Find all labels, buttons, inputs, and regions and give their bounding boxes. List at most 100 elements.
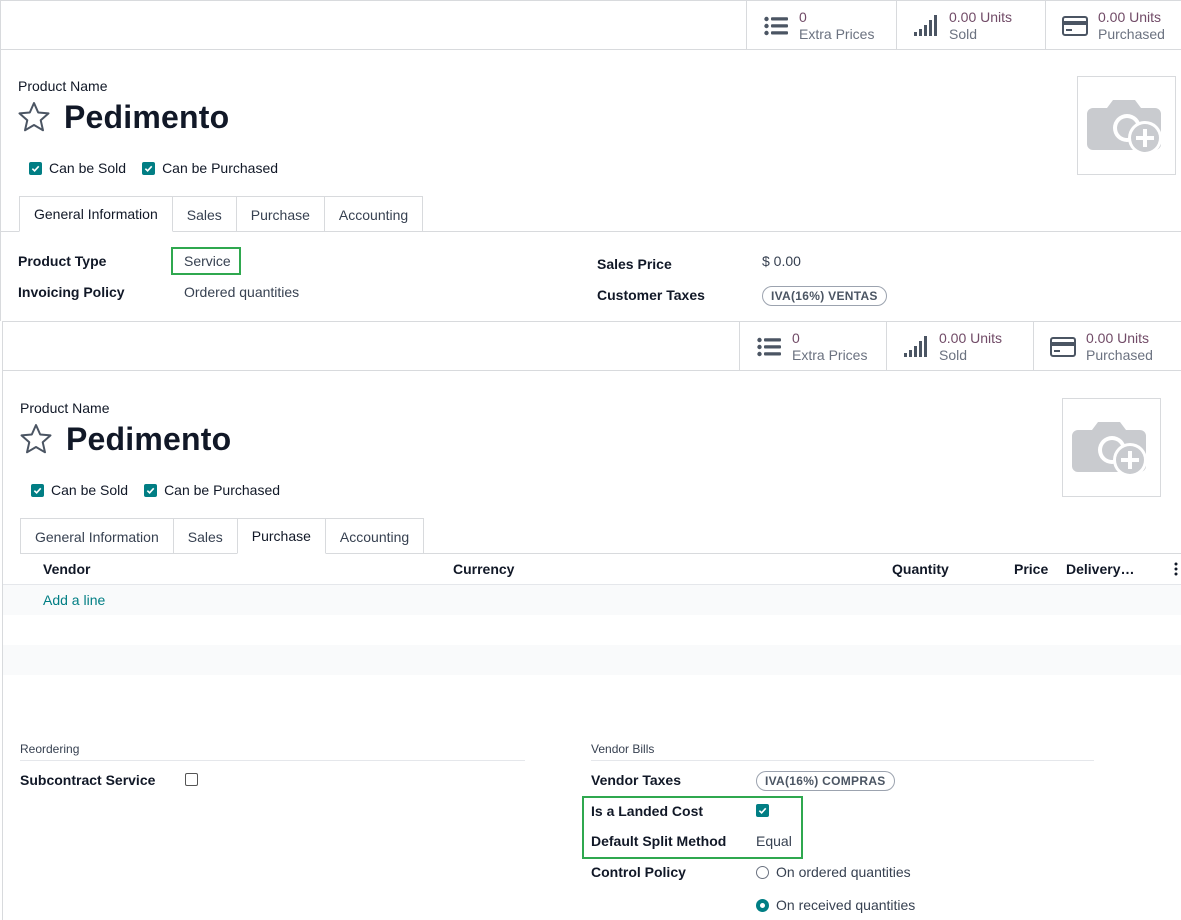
can-be-purchased-checkbox[interactable]: Can be Purchased <box>142 160 278 176</box>
can-be-purchased-label: Can be Purchased <box>164 482 281 498</box>
radio-on-received-quantities[interactable]: On received quantities <box>756 897 915 913</box>
camera-add-icon <box>1071 412 1152 483</box>
column-price[interactable]: Price <box>1014 561 1048 577</box>
checkbox-checked-icon <box>756 804 769 817</box>
can-be-purchased-checkbox[interactable]: Can be Purchased <box>144 482 280 498</box>
extra-prices-label: Extra Prices <box>792 346 868 363</box>
vendor-bills-section-header: Vendor Bills <box>591 742 1094 761</box>
units-sold-button[interactable]: 0.00 Units Sold <box>896 1 1045 50</box>
product-name-title[interactable]: Pedimento <box>66 421 231 458</box>
invoicing-policy-label: Invoicing Policy <box>18 284 125 300</box>
credit-card-icon <box>1062 14 1088 38</box>
vendor-taxes-label: Vendor Taxes <box>591 772 682 788</box>
customer-tax-tag[interactable]: IVA(16%) VENTAS <box>762 286 887 306</box>
extra-prices-label: Extra Prices <box>799 25 875 42</box>
add-line-row: Add a line <box>3 585 1181 615</box>
product-flags: Can be Sold Can be Purchased <box>29 160 278 176</box>
camera-add-icon <box>1086 90 1167 161</box>
can-be-sold-checkbox[interactable]: Can be Sold <box>31 482 128 498</box>
notebook-tabs: General Information Sales Purchase Accou… <box>19 196 424 232</box>
column-vendor[interactable]: Vendor <box>43 561 90 577</box>
tab-accounting[interactable]: Accounting <box>324 518 425 554</box>
units-purchased-label: Purchased <box>1086 346 1153 363</box>
tab-purchase[interactable]: Purchase <box>235 196 325 232</box>
star-icon[interactable] <box>20 423 52 455</box>
extra-prices-button[interactable]: 0 Extra Prices <box>739 322 886 371</box>
signal-bars-icon <box>903 335 929 359</box>
product-image-upload[interactable] <box>1077 76 1176 175</box>
units-purchased-button[interactable]: 0.00 Units Purchased <box>1045 1 1181 50</box>
vendor-tax-tag[interactable]: IVA(16%) COMPRAS <box>756 771 895 791</box>
star-icon[interactable] <box>18 101 50 133</box>
invoicing-policy-select[interactable]: Ordered quantities <box>184 284 299 300</box>
tab-general-information[interactable]: General Information <box>19 196 173 232</box>
units-sold-button[interactable]: 0.00 Units Sold <box>886 322 1033 371</box>
tab-general-information[interactable]: General Information <box>20 518 174 554</box>
checkbox-checked-icon <box>142 161 156 175</box>
units-purchased-button[interactable]: 0.00 Units Purchased <box>1033 322 1181 371</box>
checkbox-checked-icon <box>29 161 42 175</box>
checkbox-checked-icon <box>31 483 44 497</box>
units-sold-value: 0.00 Units <box>949 8 1013 25</box>
notebook-tabs: General Information Sales Purchase Accou… <box>20 518 425 554</box>
radio-label: On received quantities <box>776 897 916 913</box>
tab-sales[interactable]: Sales <box>171 196 237 232</box>
vendor-pricelist-header: Vendor Currency Quantity Price Delivery… <box>3 554 1181 585</box>
product-image-upload[interactable] <box>1062 398 1161 497</box>
radio-on-ordered-quantities[interactable]: On ordered quantities <box>756 864 911 880</box>
units-sold-value: 0.00 Units <box>939 329 1003 346</box>
subcontract-service-checkbox[interactable] <box>185 773 198 786</box>
radio-label: On ordered quantities <box>776 864 911 880</box>
product-name-label: Product Name <box>18 78 108 94</box>
credit-card-icon <box>1050 335 1076 359</box>
can-be-sold-label: Can be Sold <box>51 482 129 498</box>
landed-cost-label: Is a Landed Cost <box>591 803 704 819</box>
subcontract-service-label: Subcontract Service <box>20 772 156 788</box>
list-icon <box>756 335 782 359</box>
product-type-label: Product Type <box>18 253 107 269</box>
tab-sales[interactable]: Sales <box>172 518 238 554</box>
units-purchased-value: 0.00 Units <box>1098 8 1162 25</box>
can-be-sold-checkbox[interactable]: Can be Sold <box>29 160 126 176</box>
units-sold-label: Sold <box>939 346 968 363</box>
product-form-general: 0 Extra Prices 0.00 Units Sold 0.00 Unit… <box>0 0 1181 321</box>
column-delivery[interactable]: Delivery… <box>1066 561 1134 577</box>
radio-selected-icon <box>756 898 769 912</box>
list-icon <box>763 14 789 38</box>
product-name-label: Product Name <box>20 400 110 416</box>
extra-prices-value: 0 <box>799 8 807 25</box>
customer-taxes-label: Customer Taxes <box>597 287 705 303</box>
control-policy-label: Control Policy <box>591 864 686 880</box>
extra-prices-value: 0 <box>792 329 800 346</box>
checkbox-checked-icon <box>144 483 158 497</box>
stat-button-bar: 0 Extra Prices 0.00 Units Sold 0.00 Unit… <box>1 1 1181 50</box>
empty-row <box>3 615 1181 645</box>
extra-prices-button[interactable]: 0 Extra Prices <box>746 1 896 50</box>
units-sold-label: Sold <box>949 25 978 42</box>
tabs-divider <box>1 231 1181 232</box>
units-purchased-value: 0.00 Units <box>1086 329 1150 346</box>
reordering-section-header: Reordering <box>20 742 525 761</box>
signal-bars-icon <box>913 14 939 38</box>
column-currency[interactable]: Currency <box>453 561 514 577</box>
split-method-label: Default Split Method <box>591 833 727 849</box>
add-a-line-link[interactable]: Add a line <box>43 592 105 608</box>
product-form-purchase: 0 Extra Prices 0.00 Units Sold 0.00 Unit… <box>2 321 1181 920</box>
column-quantity[interactable]: Quantity <box>892 561 949 577</box>
units-purchased-label: Purchased <box>1098 25 1165 42</box>
can-be-sold-label: Can be Sold <box>49 160 127 176</box>
product-name-title[interactable]: Pedimento <box>64 99 229 136</box>
product-type-select[interactable]: Service <box>184 253 231 269</box>
split-method-select[interactable]: Equal <box>756 833 792 849</box>
checkbox-unchecked-icon <box>185 773 198 786</box>
landed-cost-checkbox[interactable] <box>756 804 769 817</box>
sales-price-input[interactable]: $ 0.00 <box>762 253 801 269</box>
tab-purchase[interactable]: Purchase <box>236 518 326 554</box>
product-flags: Can be Sold Can be Purchased <box>31 482 280 498</box>
radio-unselected-icon <box>756 865 769 879</box>
can-be-purchased-label: Can be Purchased <box>162 160 279 176</box>
tab-accounting[interactable]: Accounting <box>323 196 424 232</box>
sales-price-label: Sales Price <box>597 256 672 272</box>
empty-row <box>3 645 1181 675</box>
column-options-icon[interactable] <box>1173 562 1179 576</box>
